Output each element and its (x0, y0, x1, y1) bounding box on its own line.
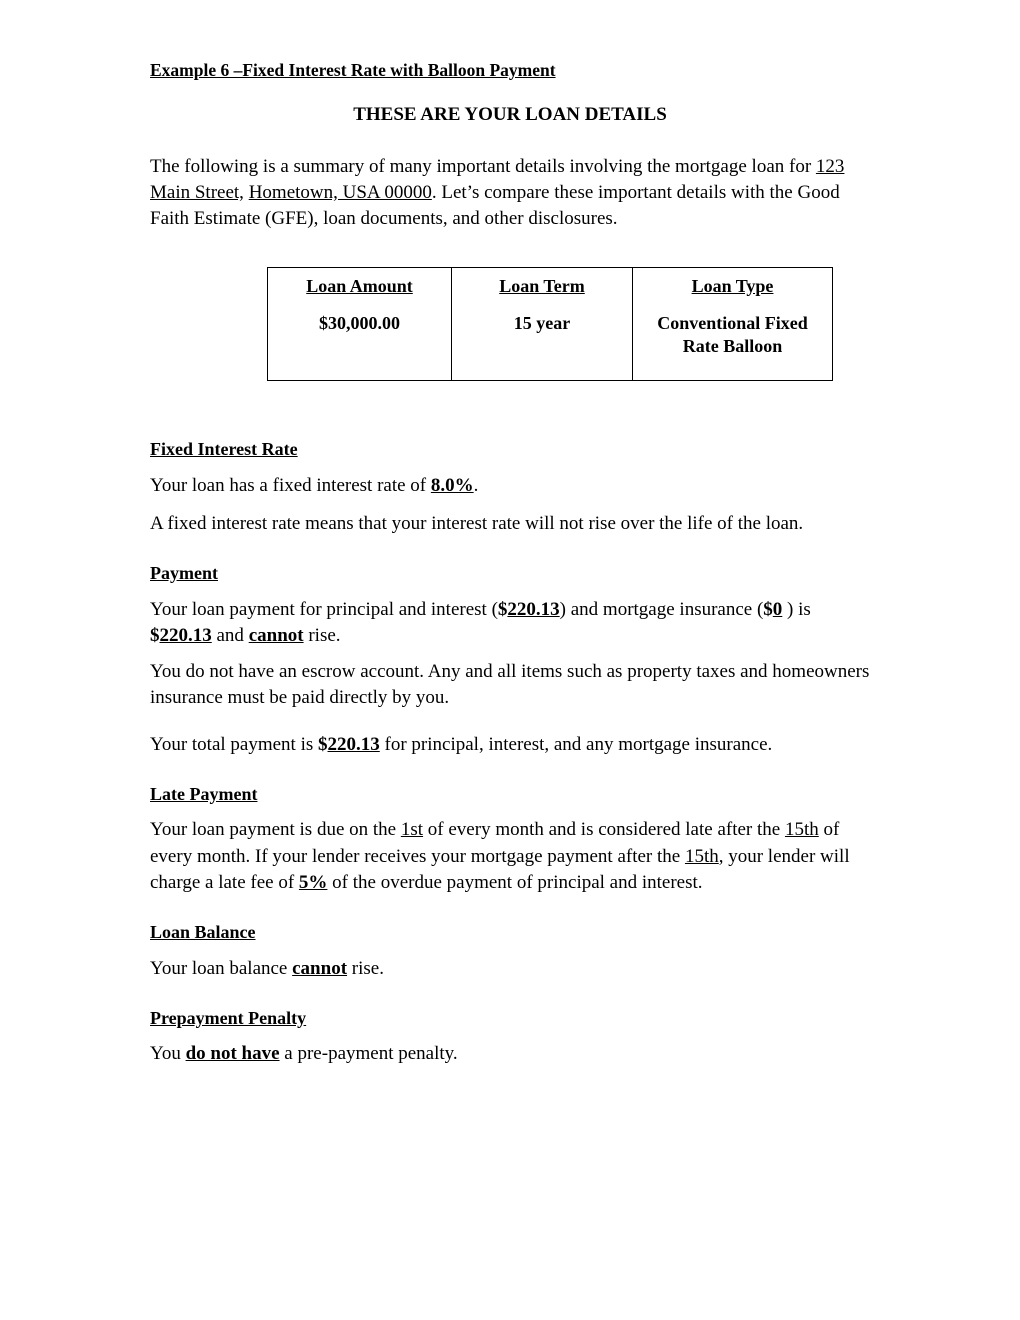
emphasis-cannot: cannot (292, 958, 347, 979)
text-d: and (211, 624, 249, 646)
heading-text: Loan Balance (150, 922, 256, 943)
amount: 0 (772, 598, 783, 620)
loan-details-table: Loan Amount $30,000.00 Loan Term 15 year… (267, 266, 833, 382)
section-prepayment-penalty: Prepayment Penalty You do not have a pre… (150, 982, 870, 1068)
paragraph-total-payment: Your total payment is $220.13 for princi… (150, 712, 870, 758)
text-e: of the overdue payment of principal and … (327, 871, 703, 893)
emphasis-cannot-text: cannot (248, 624, 304, 646)
heading-text: Prepayment Penalty (150, 1007, 307, 1028)
cell-inner: Loan Amount $30,000.00 (268, 268, 451, 357)
section-loan-balance: Loan Balance Your loan balance cannot ri… (150, 896, 870, 982)
text-b: for principal, interest, and any mortgag… (379, 733, 773, 755)
loan-details-table-wrapper: Loan Amount $30,000.00 Loan Term 15 year… (150, 233, 870, 382)
intro-paragraph: The following is a summary of many impor… (150, 126, 870, 233)
paragraph-escrow: You do not have an escrow account. Any a… (150, 661, 870, 709)
text-a: You (150, 1043, 186, 1065)
currency-symbol: $ (763, 598, 773, 620)
section-late-payment: Late Payment Your loan payment is due on… (150, 758, 870, 896)
section-payment: Payment Your loan payment for principal … (150, 537, 870, 758)
heading-payment: Payment (150, 563, 870, 585)
intro-address-city: Hometown, USA 00000 (248, 182, 432, 204)
section-fixed-interest-rate: Fixed Interest Rate Your loan has a fixe… (150, 381, 870, 537)
heading-text: Fixed Interest Rate (150, 439, 298, 460)
value-late-day: 15th (784, 819, 819, 841)
value-principal-interest: $220.13 (498, 599, 560, 620)
document-title-text: Example 6 –Fixed Interest Rate with Ball… (150, 60, 556, 80)
document-title: Example 6 –Fixed Interest Rate with Ball… (150, 0, 870, 80)
text-a: Your total payment is (150, 733, 319, 755)
table-header-loan-term: Loan Term (499, 275, 585, 296)
table-value-loan-amount: $30,000.00 (319, 313, 400, 334)
paragraph-late-payment-terms: Your loan payment is due on the 1st of e… (150, 805, 870, 896)
text-a: Your loan payment is due on the (150, 819, 401, 841)
text-after: . (473, 474, 479, 496)
document-subtitle: THESE ARE YOUR LOAN DETAILS (353, 104, 667, 126)
cell-inner: Loan Term 15 year (452, 268, 632, 357)
intro-line1: The following is a summary of many impor… (150, 155, 816, 177)
table-cell-loan-term: Loan Term 15 year (451, 266, 633, 382)
paragraph-payment-breakdown: Your loan payment for principal and inte… (150, 585, 870, 649)
heading-loan-balance: Loan Balance (150, 922, 870, 944)
text-b: ) and mortgage insurance ( (559, 598, 764, 620)
paragraph-prepayment-penalty: You do not have a pre-payment penalty. (150, 1029, 870, 1067)
value-late-day-2: 15th (684, 845, 719, 867)
paragraph-fixed-rate-explanation: A fixed interest rate means that your in… (150, 512, 804, 534)
cell-inner: Loan Type Conventional Fixed Rate Balloo… (633, 268, 832, 380)
table-value-loan-term: 15 year (513, 313, 571, 334)
document-page: Example 6 –Fixed Interest Rate with Ball… (150, 0, 870, 1068)
heading-late-payment: Late Payment (150, 784, 870, 806)
emphasis-do-not-have-text: do not have (185, 1043, 280, 1065)
text-c: ) is (782, 598, 811, 620)
value-total-payment: $220.13 (150, 625, 212, 646)
paragraph-loan-balance: Your loan balance cannot rise. (150, 944, 870, 982)
currency-symbol: $ (497, 598, 508, 620)
table-cell-loan-amount: Loan Amount $30,000.00 (267, 266, 452, 382)
currency-symbol: $ (318, 733, 328, 755)
text-b: rise. (347, 957, 384, 979)
text-b: a pre-payment penalty. (279, 1043, 458, 1065)
text-a: Your loan payment for principal and inte… (150, 598, 498, 620)
text-b: of every month and is considered late af… (423, 819, 785, 841)
text-before: Your loan has a fixed interest rate of (150, 474, 431, 496)
table-header-loan-type: Loan Type (691, 275, 774, 296)
heading-fixed-interest-rate: Fixed Interest Rate (150, 439, 870, 461)
value-late-fee: 5% (299, 872, 328, 893)
table-value-loan-type: Conventional Fixed Rate Balloon (657, 313, 808, 357)
table-row: Loan Amount $30,000.00 Loan Term 15 year… (267, 266, 833, 382)
amount: 220.13 (159, 624, 212, 646)
emphasis-do-not-have: do not have (186, 1043, 280, 1064)
text-a: Your loan balance (150, 957, 293, 979)
value-late-fee-text: 5% (298, 871, 328, 893)
value-due-day: 1st (400, 819, 424, 841)
value-interest-rate: 8.0% (431, 475, 474, 496)
value-total-payment-amount: $220.13 (318, 734, 380, 755)
emphasis-cannot: cannot (249, 625, 304, 646)
currency-symbol: $ (150, 624, 160, 646)
heading-prepayment-penalty: Prepayment Penalty (150, 1008, 870, 1030)
table-header-loan-amount: Loan Amount (306, 275, 413, 296)
heading-text: Late Payment (150, 783, 258, 804)
heading-text: Payment (150, 563, 218, 584)
amount: 220.13 (507, 598, 560, 620)
text-e: rise. (303, 624, 341, 646)
paragraph-fixed-rate-value: Your loan has a fixed interest rate of 8… (150, 461, 870, 499)
emphasis-cannot-text: cannot (292, 957, 348, 979)
amount: 220.13 (327, 733, 380, 755)
table-cell-loan-type: Loan Type Conventional Fixed Rate Balloo… (632, 266, 833, 382)
value-interest-rate-text: 8.0% (430, 474, 474, 496)
value-mortgage-insurance: $0 (763, 599, 782, 620)
